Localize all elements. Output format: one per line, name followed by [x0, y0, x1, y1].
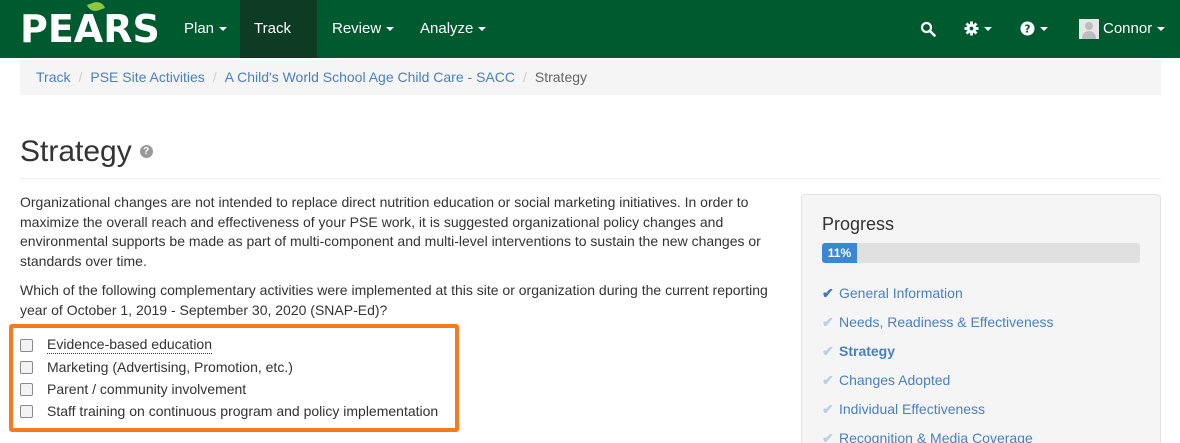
step-label: Needs, Readiness & Effectiveness: [839, 314, 1054, 330]
option-label: Evidence-based education: [47, 336, 213, 354]
gear-icon: [964, 21, 979, 36]
check-icon: ✔: [822, 314, 834, 330]
check-icon: ✔: [822, 401, 834, 417]
checkbox[interactable]: [20, 339, 33, 352]
progress-panel: Progress 11% ✔ General Information ✔ Needs…: [801, 194, 1161, 443]
nav-review-label: Review: [332, 20, 382, 37]
settings-menu[interactable]: [964, 0, 992, 58]
option-label: Parent / community involvement: [47, 381, 247, 397]
user-menu[interactable]: Connor: [1079, 0, 1166, 58]
caret-down-icon: [386, 27, 395, 32]
svg-text:?: ?: [1025, 24, 1031, 36]
title-divider: [20, 178, 1161, 179]
caret-down-icon: [984, 26, 992, 31]
step-label: Changes Adopted: [839, 372, 951, 388]
option-label: Staff training on continuous program and…: [47, 403, 439, 419]
caret-down-icon: [478, 27, 487, 32]
avatar: [1079, 19, 1099, 40]
checkbox[interactable]: [20, 361, 33, 374]
check-icon: ✔: [822, 430, 834, 443]
question-text: Which of the following complementary act…: [20, 282, 768, 318]
step-strategy[interactable]: ✔ Strategy: [822, 341, 895, 361]
nav-plan-label: Plan: [184, 20, 215, 37]
step-recognition-media[interactable]: ✔ Recognition & Media Coverage: [822, 428, 1033, 443]
page-title: Strategy?: [20, 132, 153, 172]
caret-down-icon: [1040, 26, 1048, 31]
question-circle-icon[interactable]: ?: [139, 144, 153, 158]
step-individual-effectiveness[interactable]: ✔ Individual Effectiveness: [822, 399, 985, 419]
step-label: Recognition & Media Coverage: [839, 430, 1033, 443]
check-icon: ✔: [822, 285, 834, 301]
intro-paragraph: Organizational changes are not intended …: [20, 194, 761, 269]
user-name: Connor: [1103, 20, 1153, 37]
caret-down-icon: [219, 27, 228, 32]
step-label: Individual Effectiveness: [839, 401, 986, 417]
step-label: Strategy: [839, 343, 896, 359]
help-menu[interactable]: ?: [1020, 0, 1048, 58]
breadcrumb-separator: /: [212, 69, 217, 85]
breadcrumb-track[interactable]: Track: [36, 69, 70, 85]
nav-track[interactable]: Track: [240, 0, 317, 90]
pears-logo[interactable]: PEARS: [20, 0, 160, 51]
nav-track-label: Track: [254, 20, 291, 37]
breadcrumb: Track / PSE Site Activities / A Child's Worl…: [20, 60, 1161, 95]
breadcrumb-current: Strategy: [534, 69, 588, 85]
check-icon: ✔: [822, 372, 834, 388]
nav-analyze[interactable]: Analyze: [406, 0, 500, 58]
breadcrumb-separator: /: [522, 69, 527, 85]
breadcrumb-separator: /: [78, 69, 83, 85]
nav-review[interactable]: Review: [318, 0, 408, 58]
step-general-information[interactable]: ✔ General Information: [822, 283, 963, 303]
help-icon: ?: [1020, 21, 1035, 36]
nav-analyze-label: Analyze: [420, 20, 474, 37]
progress-bar: 11%: [822, 243, 1140, 263]
caret-down-icon: [1157, 27, 1166, 32]
checkbox[interactable]: [20, 405, 33, 418]
logo-text: PEARS: [20, 7, 160, 51]
breadcrumb-pse-site-activities[interactable]: PSE Site Activities: [90, 69, 204, 85]
step-label: General Information: [839, 285, 963, 301]
step-changes-adopted[interactable]: ✔ Changes Adopted: [822, 370, 950, 390]
breadcrumb-site[interactable]: A Child's World School Age Child Care - …: [225, 69, 515, 85]
checkbox[interactable]: [20, 383, 33, 396]
top-navbar: PEARS Plan Track Review Analyze ? Connor: [0, 0, 1180, 90]
nav-plan[interactable]: Plan: [170, 0, 241, 58]
progress-title: Progress: [822, 214, 895, 234]
page-title-text: Strategy: [20, 135, 132, 168]
check-icon: ✔: [822, 343, 834, 359]
progress-fill: 11%: [822, 243, 857, 263]
option-label: Marketing (Advertising, Promotion, etc.): [47, 359, 293, 375]
step-needs-readiness[interactable]: ✔ Needs, Readiness & Effectiveness: [822, 312, 1054, 332]
search-icon[interactable]: [920, 0, 936, 58]
